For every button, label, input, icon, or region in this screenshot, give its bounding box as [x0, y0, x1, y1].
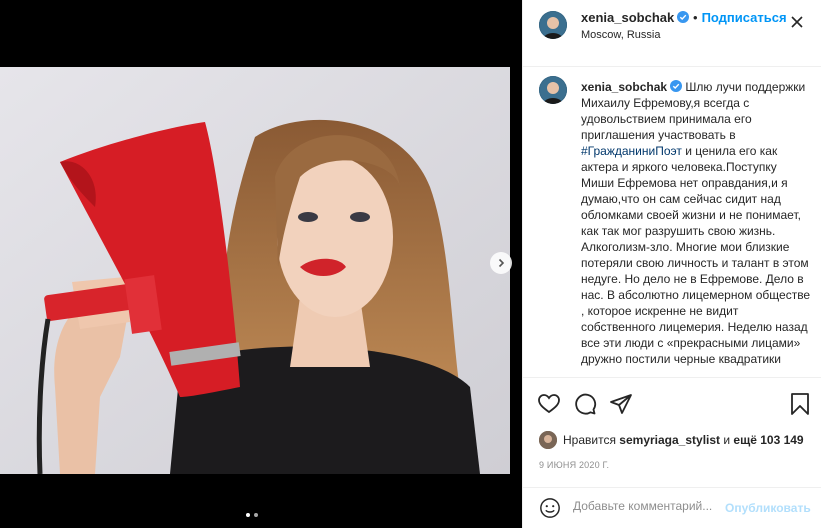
verified-badge-icon	[677, 11, 690, 23]
share-icon[interactable]	[609, 392, 633, 416]
follow-button[interactable]: • Подписаться	[693, 10, 787, 25]
comment-input[interactable]	[573, 499, 723, 513]
post-media	[0, 0, 522, 528]
avatar[interactable]	[539, 11, 567, 39]
follow-separator: •	[693, 10, 698, 25]
add-comment-bar: Опубликовать	[523, 487, 821, 528]
emoji-icon[interactable]	[539, 497, 561, 519]
liker-avatar[interactable]	[539, 431, 557, 449]
location-link[interactable]: Moscow, Russia	[581, 29, 660, 41]
likes-conjunction: и	[723, 433, 731, 447]
carousel-dots	[246, 513, 258, 517]
caption-body-after: и ценила его как актера и яркого человек…	[581, 144, 811, 366]
liker-avatar-image	[539, 431, 557, 449]
caption-avatar[interactable]	[539, 76, 567, 104]
verified-badge-icon	[670, 80, 683, 92]
likes-prefix: Нравится	[563, 433, 616, 447]
carousel-dot	[254, 513, 258, 517]
post-header: xenia_sobchak • Подписаться Moscow, Russi…	[523, 0, 821, 67]
comment-icon[interactable]	[573, 392, 597, 416]
ellipsis-icon	[791, 16, 803, 28]
post-date[interactable]: 9 ИЮНЯ 2020 Г.	[539, 460, 609, 470]
caption-area: xenia_sobchak Шлю лучи поддержки Михаилу…	[523, 67, 821, 378]
caption-username[interactable]: xenia_sobchak	[581, 80, 667, 94]
carousel-dot-active	[246, 513, 250, 517]
bookmark-icon[interactable]	[788, 392, 812, 416]
header-username[interactable]: xenia_sobchak	[581, 10, 690, 25]
post-actions	[523, 378, 821, 428]
likes-user[interactable]: semyriaga_stylist	[619, 433, 720, 447]
post-photo[interactable]	[0, 67, 510, 474]
heart-icon[interactable]	[537, 392, 561, 416]
chevron-right-icon	[498, 258, 505, 268]
more-options-button[interactable]	[789, 14, 805, 33]
publish-button[interactable]: Опубликовать	[725, 501, 811, 515]
carousel-next-button[interactable]	[490, 252, 512, 274]
header-username-text[interactable]: xenia_sobchak	[581, 10, 674, 25]
caption-text: xenia_sobchak Шлю лучи поддержки Михаилу…	[581, 79, 813, 367]
photo-illustration	[0, 67, 510, 474]
caption-hashtag[interactable]: #ГражданиниПоэт	[581, 144, 682, 158]
post-sidebar: xenia_sobchak • Подписаться Moscow, Russi…	[522, 0, 821, 528]
likes-count[interactable]: ещё 103 149	[733, 433, 803, 447]
likes-summary: Нравится semyriaga_stylist и ещё 103 149	[539, 431, 804, 449]
follow-label[interactable]: Подписаться	[702, 10, 787, 25]
